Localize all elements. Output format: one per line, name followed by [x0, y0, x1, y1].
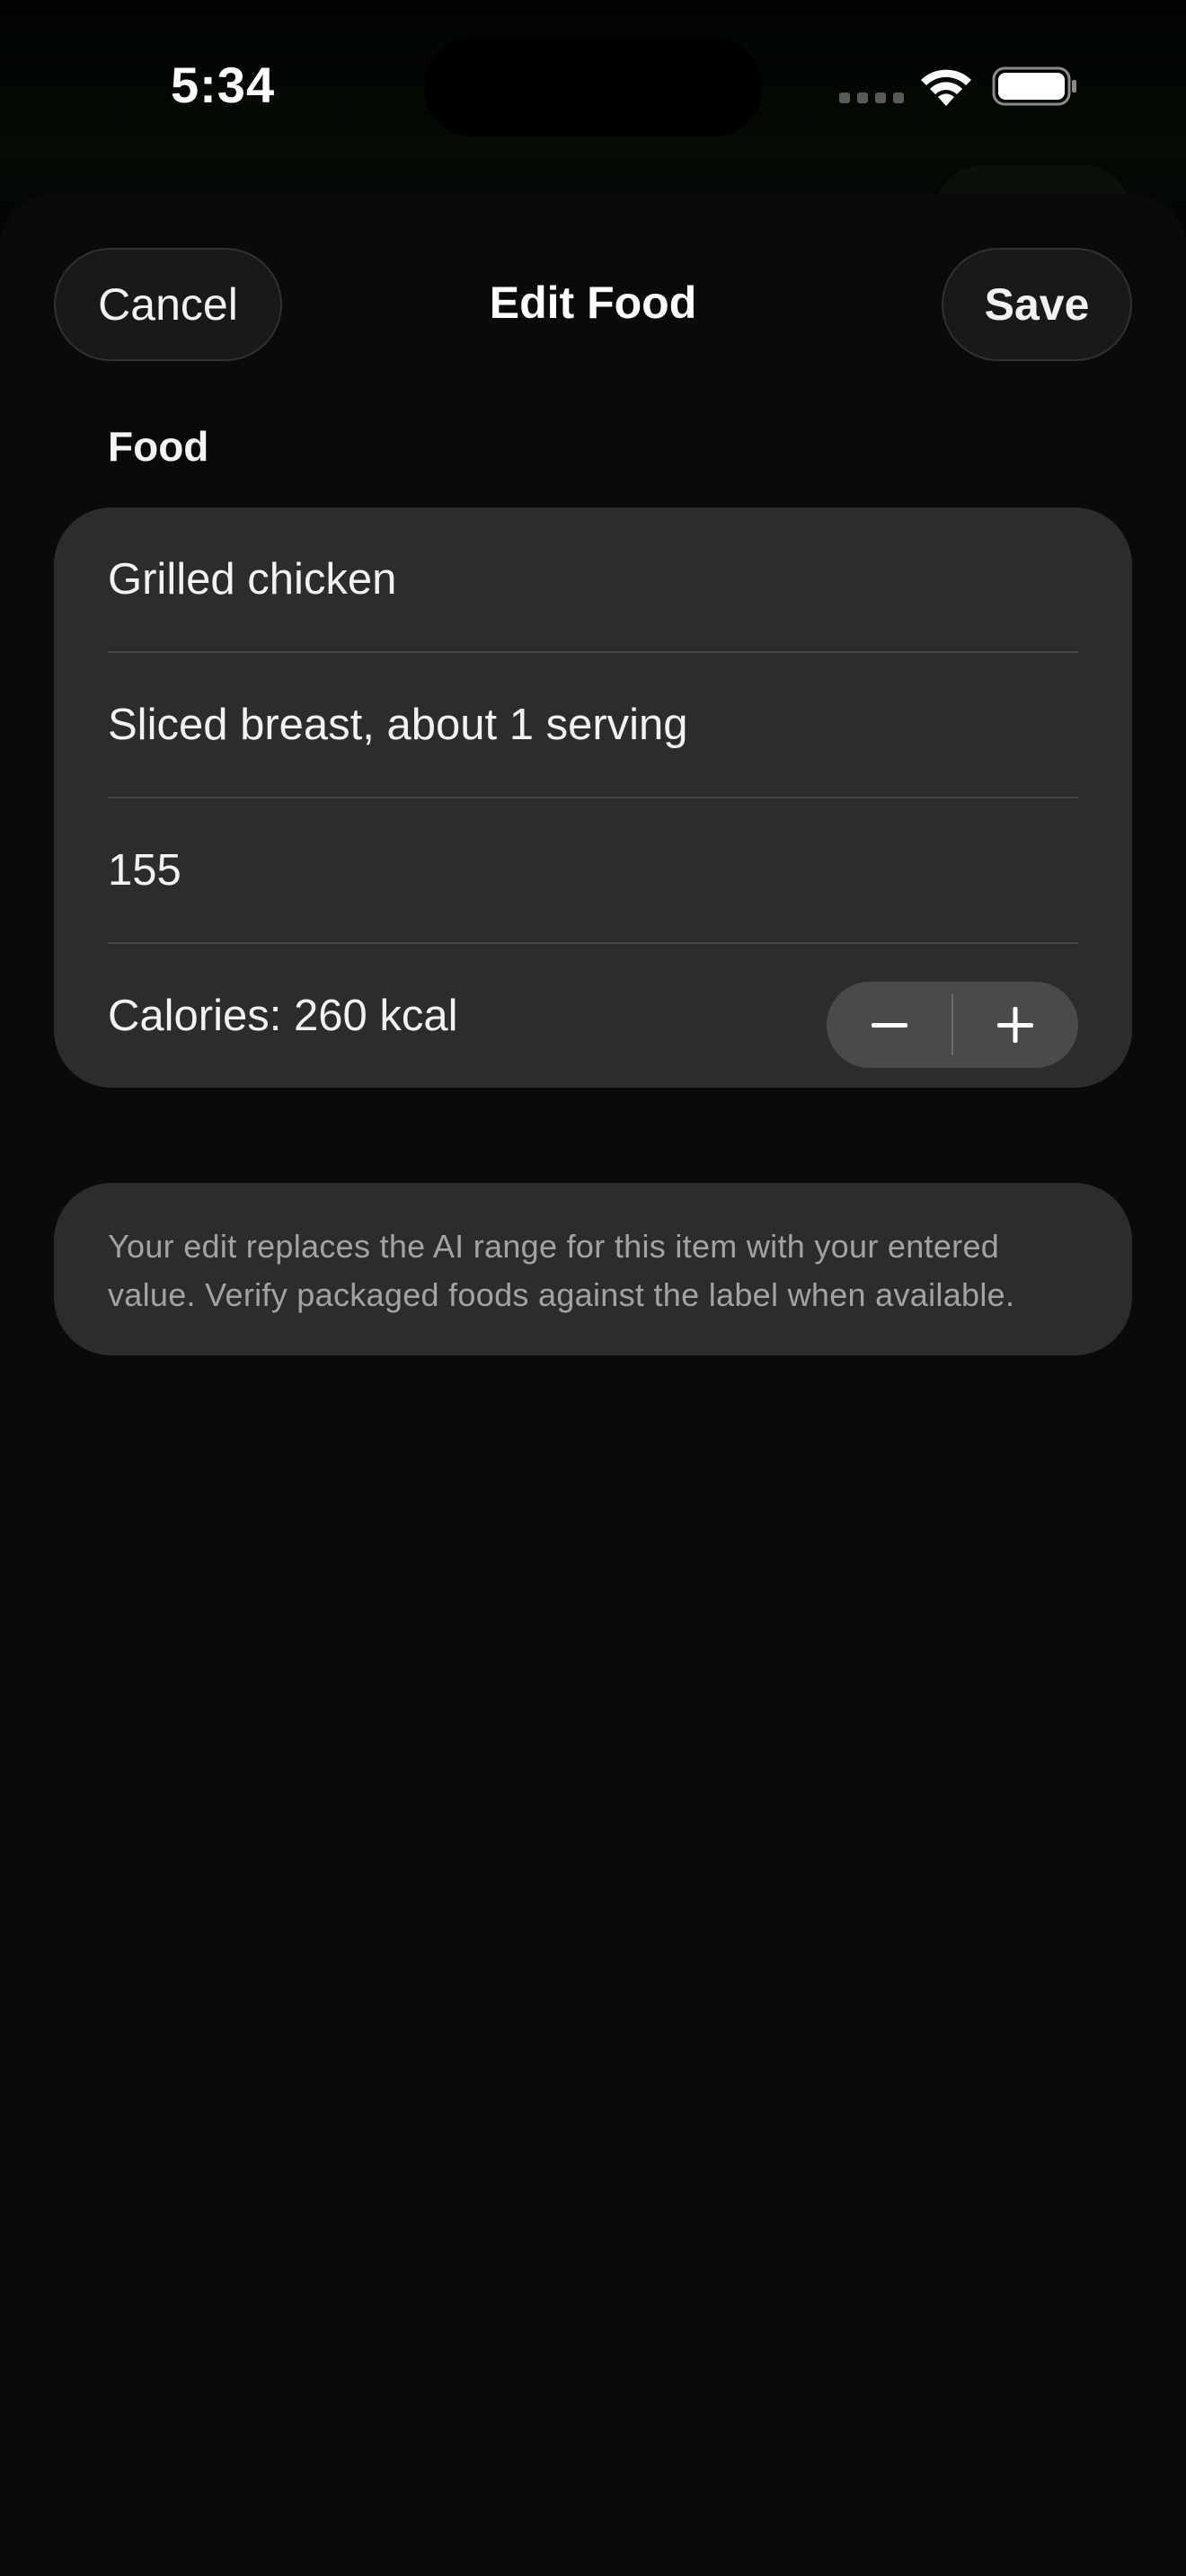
food-name-value: Grilled chicken [108, 555, 397, 604]
food-grams-field[interactable]: 155 [108, 798, 1078, 944]
dynamic-island [424, 38, 762, 137]
info-note-text: Your edit replaces the AI range for this… [108, 1228, 1015, 1313]
info-note: Your edit replaces the AI range for this… [54, 1183, 1132, 1355]
decrement-button[interactable] [827, 982, 952, 1068]
food-form-card: Grilled chicken Sliced breast, about 1 s… [54, 507, 1132, 1088]
save-button[interactable]: Save [942, 248, 1132, 361]
status-time: 5:34 [171, 57, 276, 113]
food-description-value: Sliced breast, about 1 serving [108, 701, 688, 749]
wifi-icon [921, 69, 971, 106]
battery-icon [992, 66, 1076, 106]
plus-icon [997, 1007, 1033, 1043]
calories-label: Calories: 260 kcal [108, 992, 458, 1040]
screen: 5:34 Cancel Edit Food Save Food Grilled … [0, 0, 1186, 2576]
food-grams-value: 155 [108, 846, 181, 895]
edit-food-sheet: Cancel Edit Food Save Food Grilled chick… [0, 194, 1186, 2576]
increment-button[interactable] [952, 982, 1078, 1068]
cellular-signal-icon [839, 93, 904, 103]
calories-stepper [827, 982, 1078, 1068]
food-name-field[interactable]: Grilled chicken [108, 507, 1078, 653]
stepper-divider [951, 994, 953, 1055]
food-section-header: Food [108, 423, 209, 470]
food-description-field[interactable]: Sliced breast, about 1 serving [108, 653, 1078, 798]
calories-row: Calories: 260 kcal [108, 944, 1078, 1088]
minus-icon [872, 1023, 907, 1028]
